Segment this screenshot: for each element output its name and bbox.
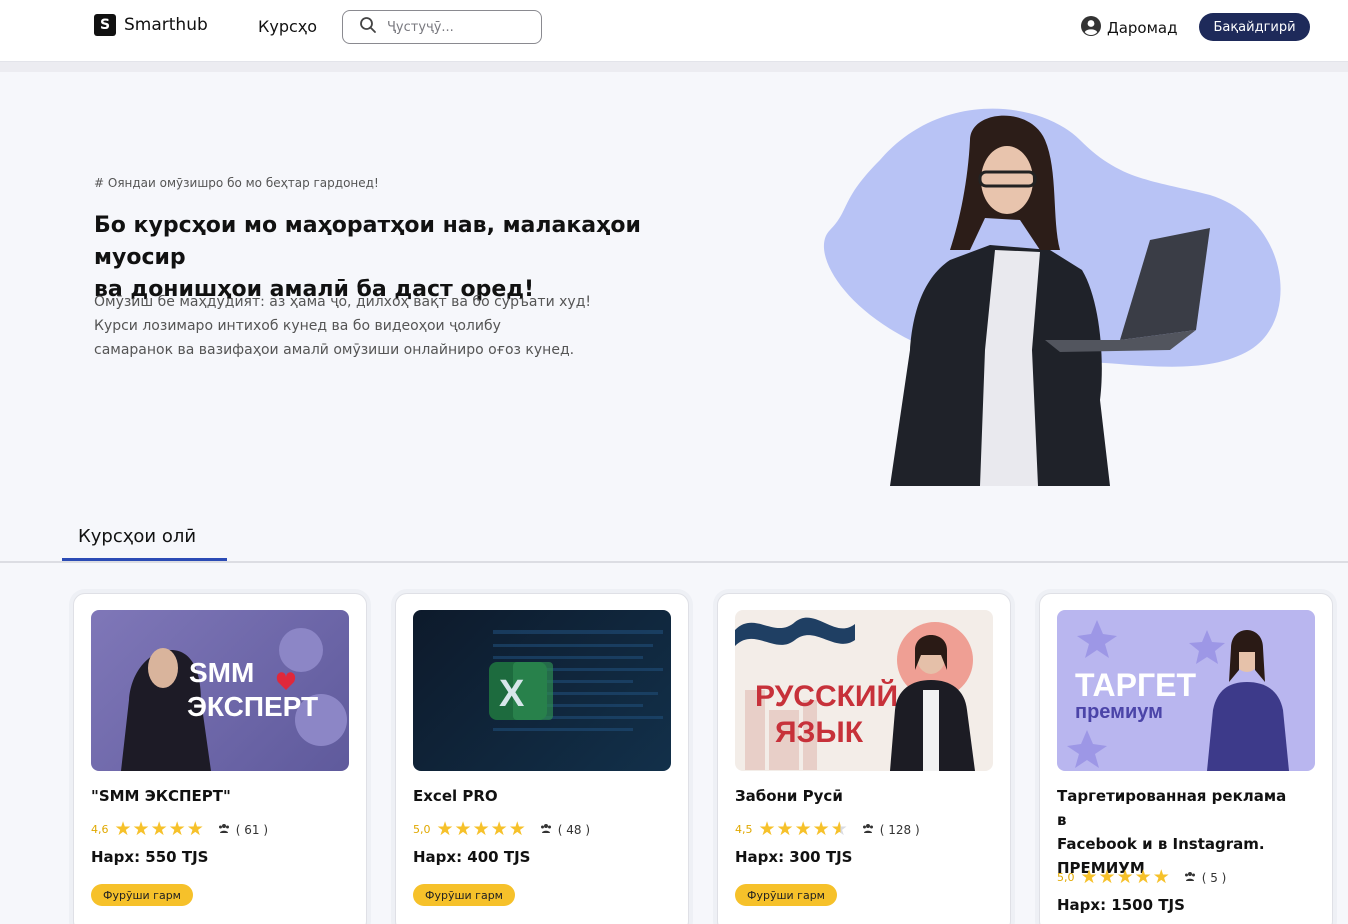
tab-popular-courses[interactable]: Курсҳои олӣ xyxy=(78,526,196,547)
course-image[interactable]: X xyxy=(413,610,671,771)
hero-desc-line: самаранок ва вазифаҳои амалӣ омӯзиши онл… xyxy=(94,342,575,358)
nav-courses-link[interactable]: Курсҳо xyxy=(258,17,317,36)
rating-value: 4,5 xyxy=(735,823,753,836)
course-price: Нарх: 1500 TJS xyxy=(1057,896,1185,914)
star-rating: ★ ★ ★ ★ ★ xyxy=(437,820,526,839)
hero-title-line: Бо курсҳои мо маҳоратҳои нав, малакаҳои … xyxy=(94,213,641,270)
course-rating: 5,0 ★ ★ ★ ★ ★ ( 5 ) xyxy=(1057,868,1226,887)
course-image-text: премиум xyxy=(1075,701,1163,723)
heart-icon xyxy=(276,672,296,690)
income-link[interactable]: Даромад xyxy=(1081,16,1178,40)
star-icon: ★ xyxy=(1116,866,1134,888)
star-icon: ★ xyxy=(132,818,150,840)
course-card[interactable]: X Excel PRO 5,0 ★ ★ ★ ★ ★ ( 48 ) Нарх: 400 T… xyxy=(395,593,689,924)
course-title-line: Таргетированная реклама в xyxy=(1057,787,1287,829)
excel-logo-icon: X xyxy=(499,673,525,715)
course-price: Нарх: 550 TJS xyxy=(91,848,209,866)
rating-count: ( 128 ) xyxy=(879,822,920,837)
course-card[interactable]: SMM ЭКСПЕРТ "SMM ЭКСПЕРТ" 4,6 ★ ★ ★ ★ ★ ( 61… xyxy=(73,593,367,924)
star-icon: ★ xyxy=(150,818,168,840)
star-icon: ★ xyxy=(1080,866,1098,888)
people-icon xyxy=(862,823,874,836)
course-image-text: ЭКСПЕРТ xyxy=(187,691,318,722)
course-title[interactable]: "SMM ЭКСПЕРТ" xyxy=(91,784,331,808)
course-price: Нарх: 400 TJS xyxy=(413,848,531,866)
star-icon: ★ xyxy=(776,818,794,840)
course-image-text: SMM xyxy=(189,657,254,688)
hero-desc-line: Омӯзиш бе маҳдудият: аз ҳама ҷо, дилхоҳ … xyxy=(94,294,591,310)
star-icon: ★ xyxy=(1098,866,1116,888)
income-label: Даромад xyxy=(1107,19,1178,37)
tabs-divider xyxy=(0,561,1348,563)
star-icon: ★ xyxy=(472,818,490,840)
search-input[interactable] xyxy=(387,19,527,35)
course-image-text: РУССКИЙ xyxy=(755,679,898,713)
course-image-text: ЯЗЫК xyxy=(775,716,864,749)
star-icon: ★ xyxy=(436,818,454,840)
course-rating: 4,5 ★ ★ ★ ★ ★ ( 128 ) xyxy=(735,820,920,839)
course-image-text: ТАРГЕТ xyxy=(1075,667,1196,703)
star-rating: ★ ★ ★ ★ ★ xyxy=(115,820,204,839)
header-divider xyxy=(0,62,1348,72)
course-card[interactable]: ТАРГЕТ премиум Таргетированная реклама в… xyxy=(1039,593,1333,924)
star-icon: ★ xyxy=(454,818,472,840)
course-title[interactable]: Забони Русӣ xyxy=(735,784,975,808)
brand-logo[interactable]: S Smarthub xyxy=(94,14,208,36)
star-rating: ★ ★ ★ ★ ★ xyxy=(759,820,848,839)
course-image[interactable]: SMM ЭКСПЕРТ xyxy=(91,610,349,771)
brand-name: Smarthub xyxy=(124,15,208,35)
star-icon: ★ xyxy=(1134,866,1152,888)
people-icon xyxy=(218,823,230,836)
brand-mark-icon: S xyxy=(94,14,116,36)
person-photo xyxy=(1207,682,1289,771)
rating-value: 5,0 xyxy=(413,823,431,836)
star-icon: ★ xyxy=(168,818,186,840)
star-icon: ★ xyxy=(794,818,812,840)
search-icon xyxy=(359,16,377,38)
course-rating: 5,0 ★ ★ ★ ★ ★ ( 48 ) xyxy=(413,820,590,839)
register-button[interactable]: Бақайдгирӣ xyxy=(1199,13,1310,41)
rating-count: ( 61 ) xyxy=(235,822,268,837)
rating-value: 5,0 xyxy=(1057,871,1075,884)
star-half-icon: ★ xyxy=(830,818,848,840)
top-header: S Smarthub Курсҳо Даромад Бақайдгирӣ xyxy=(0,0,1348,62)
star-rating: ★ ★ ★ ★ ★ xyxy=(1081,868,1170,887)
rating-count: ( 48 ) xyxy=(557,822,590,837)
course-image[interactable]: РУССКИЙ ЯЗЫК xyxy=(735,610,993,771)
user-circle-icon xyxy=(1081,16,1101,40)
search-box[interactable] xyxy=(342,10,542,44)
rating-count: ( 5 ) xyxy=(1201,870,1227,885)
person-face xyxy=(981,146,1033,214)
course-rating: 4,6 ★ ★ ★ ★ ★ ( 61 ) xyxy=(91,820,268,839)
star-icon: ★ xyxy=(114,818,132,840)
hot-sale-badge: Фурӯши гарм xyxy=(413,884,515,906)
star-icon: ★ xyxy=(186,818,204,840)
star-icon: ★ xyxy=(1152,866,1170,888)
course-card[interactable]: РУССКИЙ ЯЗЫК Забони Русӣ 4,5 ★ ★ ★ ★ ★ ( 128… xyxy=(717,593,1011,924)
rating-value: 4,6 xyxy=(91,823,109,836)
star-icon: ★ xyxy=(508,818,526,840)
hero-desc-line: Курси лозимаро интихоб кунед ва бо видео… xyxy=(94,318,501,334)
hero-description: Омӯзиш бе маҳдудият: аз ҳама ҷо, дилхоҳ … xyxy=(94,290,614,362)
hot-sale-badge: Фурӯши гарм xyxy=(91,884,193,906)
hot-sale-badge: Фурӯши гарм xyxy=(735,884,837,906)
people-icon xyxy=(540,823,552,836)
star-icon: ★ xyxy=(490,818,508,840)
hero-illustration xyxy=(820,100,1290,486)
course-title[interactable]: Excel PRO xyxy=(413,784,653,808)
hero-tagline: # Ояндаи омӯзишро бо мо беҳтар гардонед! xyxy=(94,176,379,190)
course-price: Нарх: 300 TJS xyxy=(735,848,853,866)
star-icon: ★ xyxy=(758,818,776,840)
course-image[interactable]: ТАРГЕТ премиум xyxy=(1057,610,1315,771)
course-title-line: Facebook и в Instagram. xyxy=(1057,835,1265,853)
people-icon xyxy=(1184,871,1196,884)
star-icon: ★ xyxy=(812,818,830,840)
